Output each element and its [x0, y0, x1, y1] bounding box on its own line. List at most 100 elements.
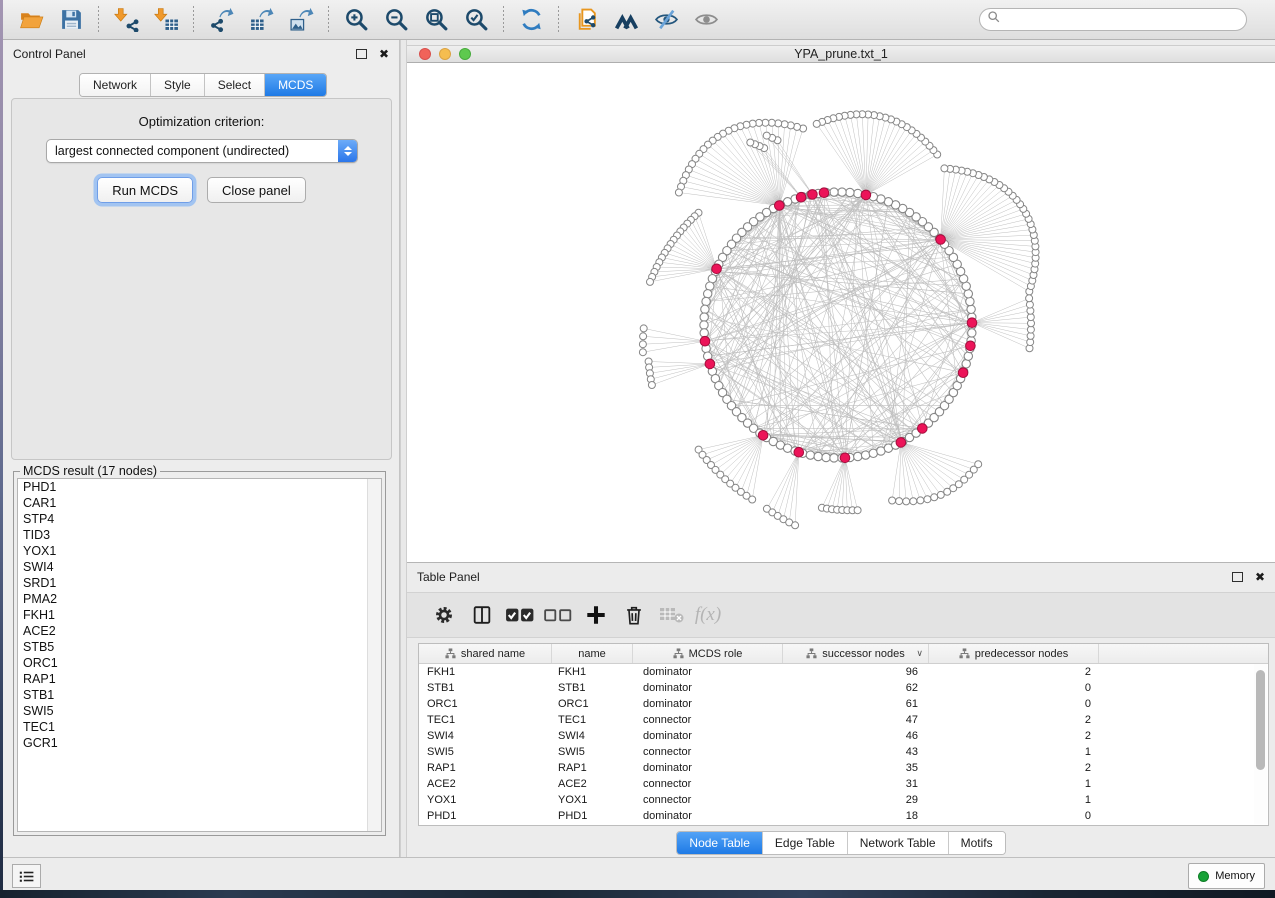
add-column-button[interactable]	[583, 602, 609, 628]
table-cell: dominator	[633, 696, 783, 712]
columns-icon	[471, 604, 493, 626]
table-row[interactable]: STB1STB1dominator620	[419, 680, 1268, 696]
network-canvas[interactable]	[407, 63, 1275, 563]
table-cell: TEC1	[419, 712, 552, 728]
result-node-item[interactable]: SWI4	[18, 559, 381, 575]
table-row[interactable]: ORC1ORC1dominator610	[419, 696, 1268, 712]
tab-mcds[interactable]: MCDS	[265, 74, 326, 96]
table-cell: 0	[929, 680, 1099, 696]
deselect-all-rows-button[interactable]	[545, 602, 571, 628]
column-header-predecessor-nodes[interactable]: predecessor nodes	[929, 644, 1099, 663]
export-network-button[interactable]	[204, 4, 238, 36]
table-cell: dominator	[633, 680, 783, 696]
zoom-out-button[interactable]	[379, 4, 413, 36]
table-row[interactable]: ACE2ACE2connector311	[419, 776, 1268, 792]
export-table-button[interactable]	[244, 4, 278, 36]
result-node-item[interactable]: CAR1	[18, 495, 381, 511]
first-neighbors-button[interactable]	[609, 4, 643, 36]
result-node-item[interactable]: GCR1	[18, 735, 381, 751]
tab-style[interactable]: Style	[151, 74, 205, 96]
result-scrollbar[interactable]	[367, 479, 381, 831]
export-image-button[interactable]	[284, 4, 318, 36]
sort-descending-icon[interactable]: ∨	[916, 648, 923, 659]
float-table-panel-icon[interactable]	[1232, 572, 1243, 582]
show-all-button[interactable]	[689, 4, 723, 36]
tab-node-table[interactable]: Node Table	[677, 832, 763, 854]
float-panel-icon[interactable]	[356, 49, 367, 59]
result-node-item[interactable]: STB1	[18, 687, 381, 703]
open-file-button[interactable]	[14, 4, 48, 36]
toolbar-separator	[98, 6, 99, 34]
memory-label: Memory	[1215, 870, 1255, 882]
tab-select[interactable]: Select	[205, 74, 265, 96]
folder-open-icon	[19, 7, 44, 32]
tab-network[interactable]: Network	[80, 74, 151, 96]
column-header-shared-name[interactable]: shared name	[419, 644, 552, 663]
search-input[interactable]	[1001, 10, 1246, 29]
table-cell: 35	[783, 760, 929, 776]
mcds-result-list[interactable]: PHD1CAR1STP4TID3YOX1SWI4SRD1PMA2FKH1ACE2…	[17, 478, 382, 832]
import-table-button[interactable]	[149, 4, 183, 36]
result-node-item[interactable]: RAP1	[18, 671, 381, 687]
table-cell-filler	[1099, 744, 1268, 760]
table-row[interactable]: SWI5SWI5connector431	[419, 744, 1268, 760]
network-window-titlebar[interactable]: YPA_prune.txt_1	[407, 45, 1275, 63]
tab-network-table[interactable]: Network Table	[848, 832, 949, 854]
list-icon	[19, 870, 35, 883]
result-node-item[interactable]: ACE2	[18, 623, 381, 639]
table-row[interactable]: PHD1PHD1dominator180	[419, 808, 1268, 824]
clone-network-button[interactable]	[569, 4, 603, 36]
close-table-panel-icon[interactable]: ✖	[1255, 571, 1265, 583]
close-panel-icon[interactable]: ✖	[379, 48, 389, 60]
hide-selected-button[interactable]	[649, 4, 683, 36]
search-box[interactable]	[979, 8, 1247, 31]
result-node-item[interactable]: TEC1	[18, 719, 381, 735]
table-row[interactable]: RAP1RAP1dominator352	[419, 760, 1268, 776]
table-scrollbar-thumb[interactable]	[1256, 670, 1265, 770]
memory-button[interactable]: Memory	[1188, 863, 1265, 889]
result-node-item[interactable]: TID3	[18, 527, 381, 543]
table-row[interactable]: YOX1YOX1connector291	[419, 792, 1268, 808]
close-panel-button[interactable]: Close panel	[207, 177, 306, 203]
save-session-button[interactable]	[54, 4, 88, 36]
result-node-item[interactable]: FKH1	[18, 607, 381, 623]
result-node-item[interactable]: PHD1	[18, 479, 381, 495]
function-builder-button: f(x)	[695, 602, 721, 628]
result-node-item[interactable]: PMA2	[18, 591, 381, 607]
result-node-item[interactable]: SWI5	[18, 703, 381, 719]
table-row[interactable]: SWI4SWI4dominator462	[419, 728, 1268, 744]
table-cell: 0	[929, 696, 1099, 712]
select-all-rows-button[interactable]	[507, 602, 533, 628]
network-window-title: YPA_prune.txt_1	[407, 47, 1275, 61]
import-network-button[interactable]	[109, 4, 143, 36]
tab-edge-table[interactable]: Edge Table	[763, 832, 848, 854]
column-settings-button[interactable]	[431, 602, 457, 628]
apply-layout-button[interactable]	[514, 4, 548, 36]
table-toolbar: f(x)	[407, 592, 1275, 638]
desktop-wallpaper-bottom	[0, 890, 1275, 898]
run-mcds-button[interactable]: Run MCDS	[97, 177, 193, 203]
task-history-button[interactable]	[12, 864, 41, 888]
result-node-item[interactable]: YOX1	[18, 543, 381, 559]
column-header-filler	[1099, 644, 1268, 663]
zoom-fit-button[interactable]	[419, 4, 453, 36]
column-header-name[interactable]: name	[552, 644, 633, 663]
result-node-item[interactable]: STB5	[18, 639, 381, 655]
table-row[interactable]: TEC1TEC1connector472	[419, 712, 1268, 728]
table-row[interactable]: FKH1FKH1dominator962	[419, 664, 1268, 680]
delete-column-button[interactable]	[621, 602, 647, 628]
shared-column-icon	[806, 648, 817, 659]
toggle-panes-button[interactable]	[469, 602, 495, 628]
zoom-selected-button[interactable]	[459, 4, 493, 36]
result-node-item[interactable]: ORC1	[18, 655, 381, 671]
panel-splitter[interactable]	[400, 40, 407, 857]
result-node-item[interactable]: SRD1	[18, 575, 381, 591]
column-header-successor-nodes[interactable]: successor nodes∨	[783, 644, 929, 663]
tab-motifs[interactable]: Motifs	[949, 832, 1005, 854]
result-node-item[interactable]: STP4	[18, 511, 381, 527]
column-header-MCDS-role[interactable]: MCDS role	[633, 644, 783, 663]
optimization-criterion-select[interactable]: largest connected component (undirected)	[46, 139, 358, 163]
zoom-in-button[interactable]	[339, 4, 373, 36]
table-scrollbar[interactable]	[1254, 664, 1267, 824]
table-cell-filler	[1099, 760, 1268, 776]
